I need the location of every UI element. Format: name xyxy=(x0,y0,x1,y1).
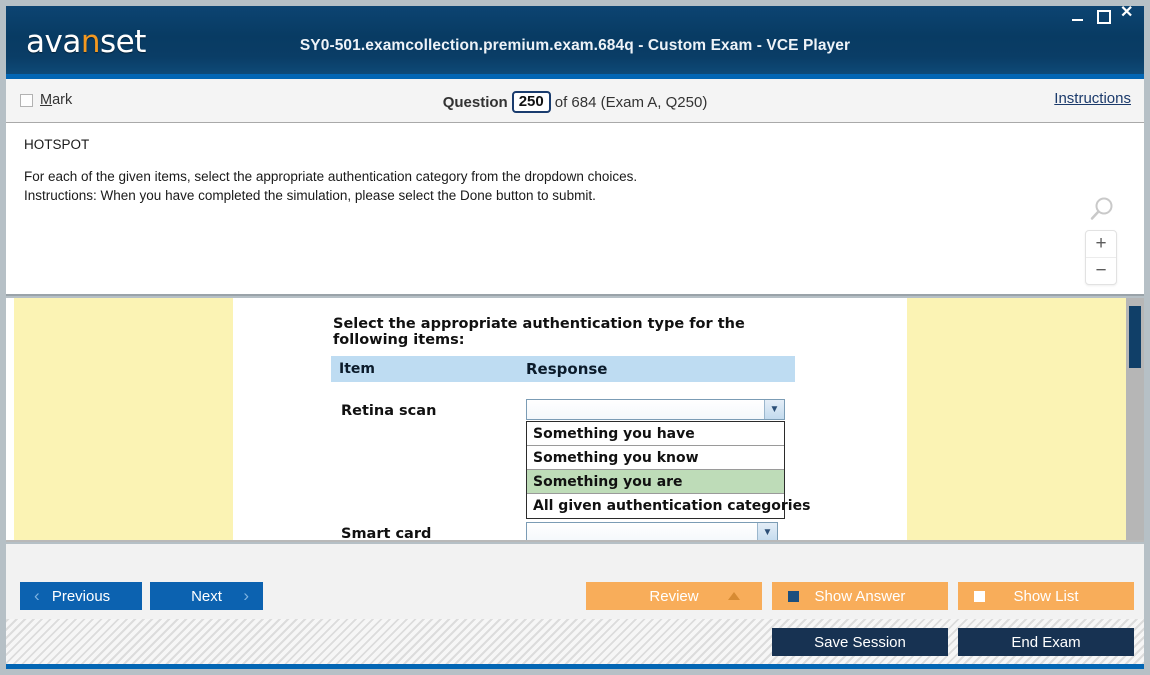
column-header-response: Response xyxy=(526,360,608,378)
exhibit-content: Select the appropriate authentication ty… xyxy=(331,316,810,542)
chevron-left-icon: ‹ xyxy=(34,586,40,605)
dropdown-option-selected[interactable]: Something you are xyxy=(527,470,784,494)
show-list-button[interactable]: Show List xyxy=(958,582,1134,610)
exhibit-right-pad xyxy=(907,298,1126,540)
next-button-label: Next xyxy=(191,587,222,605)
title-bar: avanset SY0-501.examcollection.premium.e… xyxy=(6,5,1144,74)
zoom-in-button[interactable]: + xyxy=(1086,231,1116,258)
exhibit-canvas: Select the appropriate authentication ty… xyxy=(6,298,1126,542)
review-button[interactable]: Review xyxy=(586,582,762,610)
chevron-down-icon[interactable]: ▼ xyxy=(757,523,777,540)
zoom-tools: + − xyxy=(1084,195,1118,285)
chevron-right-icon: › xyxy=(243,586,249,605)
question-number-input[interactable]: 250 xyxy=(511,91,551,113)
show-list-button-label: Show List xyxy=(1013,587,1079,605)
question-toolbar: Mark Question 250 of 684 (Exam A, Q250) In… xyxy=(6,79,1144,123)
exhibit-scrollbar[interactable] xyxy=(1126,298,1144,540)
zoom-button-group: + − xyxy=(1085,230,1117,285)
vce-player-window: avanset SY0-501.examcollection.premium.e… xyxy=(0,0,1150,675)
next-button[interactable]: Next › xyxy=(150,582,263,610)
row-label-retina-scan: Retina scan xyxy=(341,403,437,419)
dropdown-list: Something you have Something you know So… xyxy=(526,421,810,519)
show-answer-button-label: Show Answer xyxy=(814,587,906,605)
question-line-2: Instructions: When you have completed th… xyxy=(24,188,596,203)
select-box[interactable]: ▼ xyxy=(526,522,778,540)
window-controls: ✕ xyxy=(1070,5,1136,24)
select-box[interactable]: ▼ xyxy=(526,399,785,420)
navigation-toolbar: ‹ Previous Next › Review Show Answer Sho… xyxy=(6,544,1144,619)
question-word: Question xyxy=(442,94,508,111)
zoom-out-button[interactable]: − xyxy=(1086,258,1116,284)
response-select-smart-card[interactable]: ▼ xyxy=(526,522,778,540)
close-icon[interactable]: ✕ xyxy=(1120,5,1136,24)
instructions-link[interactable]: Instructions xyxy=(1054,90,1131,107)
maximize-icon[interactable] xyxy=(1095,8,1111,24)
question-panel: HOTSPOT For each of the given items, sel… xyxy=(6,123,1144,296)
minimize-icon[interactable] xyxy=(1070,8,1086,24)
dropdown-option[interactable]: All given authentication categories xyxy=(527,494,810,518)
list-square-icon xyxy=(974,591,985,602)
question-total-text: of 684 (Exam A, Q250) xyxy=(554,94,708,111)
magnifier-icon[interactable] xyxy=(1086,195,1116,225)
bottom-bar: Save Session End Exam xyxy=(6,619,1144,664)
exhibit-table-header: Item Response xyxy=(331,356,795,382)
save-session-button[interactable]: Save Session xyxy=(772,628,948,656)
previous-button-label: Previous xyxy=(51,587,111,605)
end-exam-button[interactable]: End Exam xyxy=(958,628,1134,656)
exhibit-scrollbar-thumb[interactable] xyxy=(1129,306,1141,368)
window-title: SY0-501.examcollection.premium.exam.684q… xyxy=(299,37,851,54)
caret-up-icon xyxy=(728,592,740,600)
question-type-tag: HOTSPOT xyxy=(24,137,90,152)
exhibit-left-pad xyxy=(14,298,233,540)
chevron-down-icon[interactable]: ▼ xyxy=(764,400,784,419)
row-label-smart-card: Smart card xyxy=(341,526,432,542)
question-body: For each of the given items, select the … xyxy=(24,167,637,205)
bottom-accent-stripe xyxy=(6,664,1144,669)
exhibit-area: Select the appropriate authentication ty… xyxy=(6,298,1144,542)
exhibit-heading: Select the appropriate authentication ty… xyxy=(333,316,745,348)
table-row: Retina scan ▼ Something you have Somethi… xyxy=(331,399,810,519)
dropdown-option[interactable]: Something you have xyxy=(527,422,784,446)
show-answer-button[interactable]: Show Answer xyxy=(772,582,948,610)
filled-square-icon xyxy=(788,591,799,602)
question-counter: Question 250 of 684 (Exam A, Q250) xyxy=(6,91,1144,113)
response-select-retina-scan[interactable]: ▼ Something you have Something you know … xyxy=(526,399,810,519)
review-button-label: Review xyxy=(649,587,699,605)
question-line-1: For each of the given items, select the … xyxy=(24,169,638,184)
dropdown-option[interactable]: Something you know xyxy=(527,446,784,470)
table-row: Smart card ▼ xyxy=(331,522,795,542)
column-header-item: Item xyxy=(339,361,375,377)
previous-button[interactable]: ‹ Previous xyxy=(20,582,142,610)
